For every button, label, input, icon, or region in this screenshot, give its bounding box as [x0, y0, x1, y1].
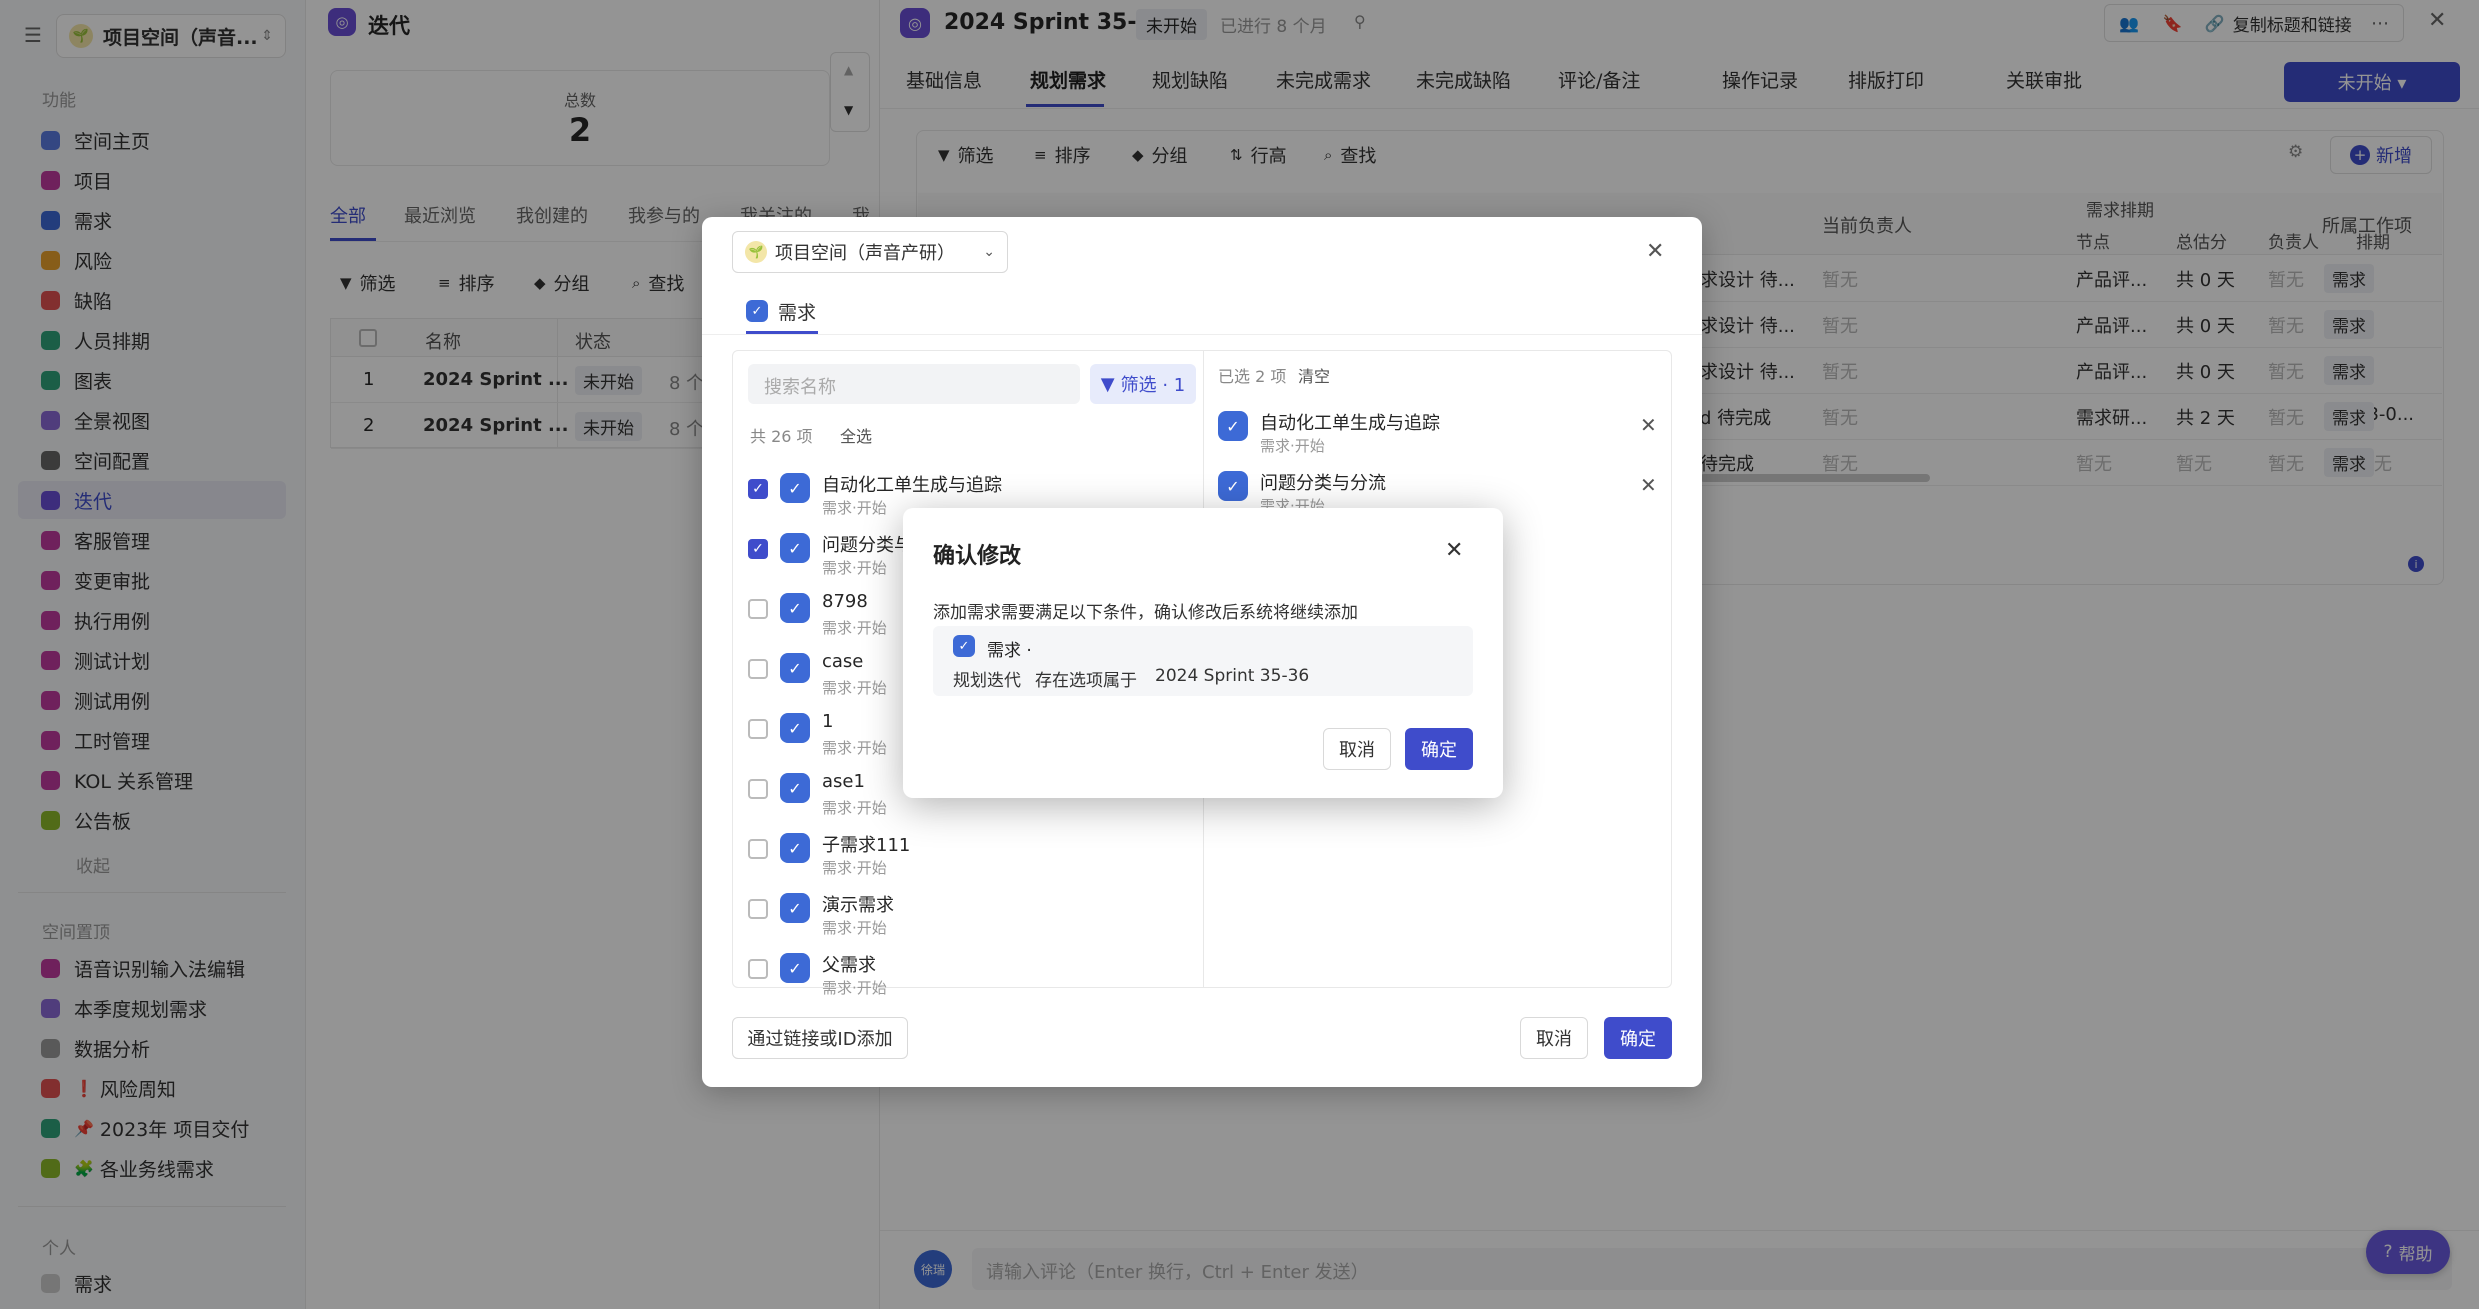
condition-box: ✓ 需求 · 规划迭代 存在选项属于 2024 Sprint 35-36: [933, 626, 1473, 696]
selected-title: 问题分类与分流: [1260, 473, 1386, 494]
requirement-icon: ✓: [780, 833, 810, 863]
close-icon[interactable]: ✕: [1646, 239, 1664, 264]
ok-button[interactable]: 确定: [1604, 1017, 1672, 1059]
remove-icon[interactable]: ✕: [1640, 473, 1657, 497]
select-all-link[interactable]: 全选: [840, 423, 872, 447]
filter-button[interactable]: ▼ 筛选 · 1: [1090, 364, 1196, 404]
cancel-button[interactable]: 取消: [1520, 1017, 1588, 1059]
item-title: case: [822, 651, 864, 672]
item-subtitle: 需求·开始: [822, 619, 887, 637]
list-item[interactable]: ✓ 父需求需求·开始: [748, 945, 1168, 1005]
confirm-cancel-button[interactable]: 取消: [1323, 728, 1391, 770]
item-title: 演示需求: [822, 895, 894, 916]
space-select[interactable]: 🌱 项目空间（声音产研） ⌄: [732, 231, 1008, 273]
confirm-dialog: 确认修改 ✕ 添加需求需要满足以下条件，确认修改后系统将继续添加 ✓ 需求 · …: [903, 508, 1503, 798]
add-by-link-button[interactable]: 通过链接或ID添加: [732, 1017, 908, 1059]
space-select-value: 项目空间（声音产研）: [775, 243, 955, 264]
requirement-icon: ✓: [780, 653, 810, 683]
confirm-title: 确认修改: [933, 544, 1022, 569]
requirement-icon: ✓: [746, 300, 768, 322]
requirement-icon: ✓: [1218, 471, 1248, 501]
requirement-icon: ✓: [780, 473, 810, 503]
funnel-icon: ▼: [1100, 373, 1115, 395]
item-checkbox[interactable]: [748, 779, 768, 799]
requirement-icon: ✓: [780, 533, 810, 563]
close-icon[interactable]: ✕: [1445, 538, 1463, 563]
condition-operator: 存在选项属于: [1035, 671, 1137, 691]
confirm-ok-button[interactable]: 确定: [1405, 728, 1473, 770]
item-checkbox[interactable]: [748, 839, 768, 859]
chevron-down-icon: ⌄: [983, 244, 995, 260]
list-item[interactable]: ✓ 演示需求需求·开始: [748, 885, 1168, 945]
item-subtitle: 需求·开始: [822, 559, 887, 577]
filter-label: 筛选 · 1: [1120, 375, 1186, 396]
search-input[interactable]: 搜索名称: [748, 364, 1080, 404]
item-subtitle: 需求·开始: [822, 979, 887, 997]
confirm-message: 添加需求需要满足以下条件，确认修改后系统将继续添加: [933, 603, 1358, 623]
item-title: ase1: [822, 771, 865, 792]
tab-requirement-label: 需求: [778, 301, 817, 324]
condition-field: 规划迭代: [953, 671, 1021, 691]
requirement-icon: ✓: [1218, 411, 1248, 441]
selected-item: ✓ 自动化工单生成与追踪 需求·开始 ✕: [1218, 403, 1668, 463]
item-title: 1: [822, 711, 834, 732]
remove-icon[interactable]: ✕: [1640, 413, 1657, 437]
list-item[interactable]: ✓ 子需求111 需求·开始: [748, 825, 1168, 885]
item-subtitle: 需求·开始: [822, 679, 887, 697]
selected-count: 已选 2 项: [1218, 367, 1287, 386]
item-checkbox[interactable]: ✓: [748, 479, 768, 499]
item-title: 自动化工单生成与追踪: [822, 475, 1002, 496]
item-subtitle: 需求·开始: [822, 499, 887, 517]
item-title: 子需求111: [822, 835, 911, 856]
item-subtitle: 需求·开始: [822, 859, 887, 877]
requirement-icon: ✓: [780, 713, 810, 743]
item-subtitle: 需求·开始: [822, 739, 887, 757]
item-subtitle: 需求·开始: [822, 919, 887, 937]
requirement-icon: ✓: [953, 635, 975, 657]
item-checkbox[interactable]: [748, 599, 768, 619]
item-title: 父需求: [822, 955, 876, 976]
condition-type: 需求 ·: [987, 641, 1032, 661]
item-title: 8798: [822, 591, 868, 612]
item-checkbox[interactable]: [748, 899, 768, 919]
item-checkbox[interactable]: [748, 719, 768, 739]
item-checkbox[interactable]: [748, 659, 768, 679]
space-logo-icon: 🌱: [745, 241, 767, 263]
selected-title: 自动化工单生成与追踪: [1260, 413, 1440, 434]
clear-link[interactable]: 清空: [1298, 363, 1330, 387]
tab-requirement[interactable]: ✓ 需求: [746, 291, 816, 331]
item-checkbox[interactable]: [748, 959, 768, 979]
condition-value: 2024 Sprint 35-36: [1155, 666, 1310, 686]
item-subtitle: 需求·开始: [822, 799, 887, 817]
item-count: 共 26 项: [750, 427, 813, 446]
requirement-icon: ✓: [780, 893, 810, 923]
requirement-icon: ✓: [780, 773, 810, 803]
requirement-icon: ✓: [780, 953, 810, 983]
item-checkbox[interactable]: ✓: [748, 539, 768, 559]
tabs-divider: [702, 334, 1702, 335]
selected-subtitle: 需求·开始: [1260, 437, 1325, 455]
requirement-icon: ✓: [780, 593, 810, 623]
